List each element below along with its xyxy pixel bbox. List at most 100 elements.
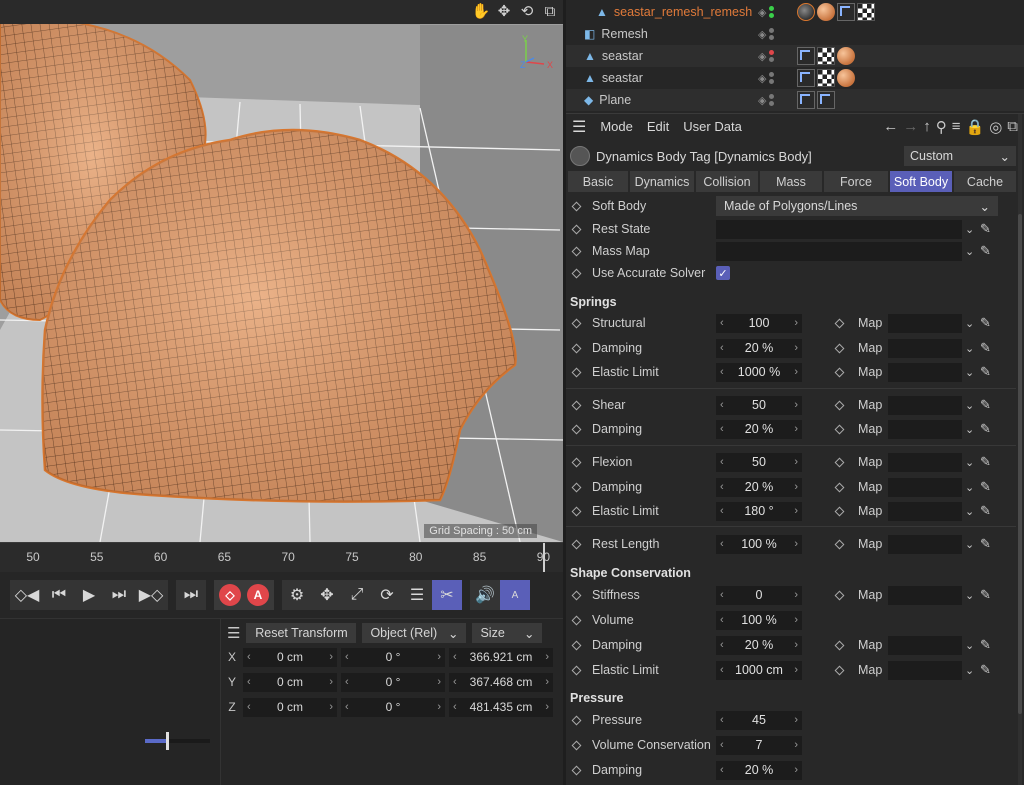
rotation-field[interactable]: ‹ 0 ° ›: [341, 672, 445, 692]
increment-icon[interactable]: ›: [437, 701, 441, 713]
chevron-down-icon[interactable]: ⌄: [965, 423, 974, 436]
search-icon[interactable]: ⚲: [936, 118, 947, 136]
increment-icon[interactable]: ›: [329, 701, 333, 713]
move-icon[interactable]: ✥: [495, 2, 513, 20]
map-link-field[interactable]: [888, 452, 962, 472]
coordinate-mode-dropdown[interactable]: Object (Rel) ⌄: [362, 623, 467, 643]
increment-icon[interactable]: ›: [545, 701, 549, 713]
size-field[interactable]: ‹ 366.921 cm ›: [449, 647, 553, 667]
keyframe-diamond-icon[interactable]: [571, 400, 582, 410]
increment-icon[interactable]: ›: [794, 538, 798, 550]
target-icon[interactable]: ◎: [989, 118, 1002, 136]
increment-icon[interactable]: ›: [794, 481, 798, 493]
keyframe-diamond-icon[interactable]: [571, 246, 582, 256]
map-link-field[interactable]: [888, 419, 962, 439]
keyframe-diamond-icon[interactable]: [834, 506, 845, 516]
maximize-icon[interactable]: ⧉: [541, 2, 559, 20]
map-link-field[interactable]: [888, 635, 962, 655]
keyframe-diamond-icon[interactable]: [571, 482, 582, 492]
increment-icon[interactable]: ›: [794, 423, 798, 435]
accurate-solver-checkbox[interactable]: ✓: [716, 266, 730, 280]
chevron-down-icon[interactable]: ⌄: [965, 538, 974, 551]
visibility-dots[interactable]: ◈: [758, 94, 775, 107]
decrement-icon[interactable]: ‹: [345, 701, 349, 713]
keyframe-diamond-icon[interactable]: [571, 640, 582, 650]
increment-icon[interactable]: ›: [329, 676, 333, 688]
visibility-dots[interactable]: ◈: [758, 50, 775, 63]
decrement-icon[interactable]: ‹: [720, 664, 724, 676]
chevron-down-icon[interactable]: ⌄: [965, 342, 974, 355]
keyframe-diamond-icon[interactable]: [571, 506, 582, 516]
key-position-icon[interactable]: ✥: [312, 580, 342, 610]
up-arrow-icon[interactable]: ↑: [923, 118, 931, 136]
increment-icon[interactable]: ›: [794, 366, 798, 378]
uvw-tag-icon[interactable]: [797, 47, 815, 65]
keyframe-diamond-icon[interactable]: [834, 590, 845, 600]
value-field[interactable]: ‹ 100 % ›: [716, 610, 802, 630]
visibility-dot[interactable]: [769, 13, 775, 18]
keyframe-diamond-icon[interactable]: [571, 539, 582, 549]
decrement-icon[interactable]: ‹: [247, 701, 251, 713]
keyframe-settings-icon[interactable]: ⚙: [282, 580, 312, 610]
tab-collision[interactable]: Collision: [696, 171, 758, 192]
increment-icon[interactable]: ›: [794, 739, 798, 751]
increment-icon[interactable]: ›: [794, 764, 798, 776]
increment-icon[interactable]: ›: [437, 676, 441, 688]
decrement-icon[interactable]: ‹: [720, 739, 724, 751]
visibility-dot[interactable]: [769, 6, 775, 11]
soft-body-dropdown[interactable]: Made of Polygons/Lines ⌄: [716, 196, 998, 216]
go-to-next-key-button[interactable]: ▶◇: [134, 580, 168, 610]
map-link-field[interactable]: [888, 585, 962, 605]
keyframe-diamond-icon[interactable]: [571, 224, 582, 234]
decrement-icon[interactable]: ‹: [720, 423, 724, 435]
visibility-dot[interactable]: [769, 50, 775, 55]
visibility-dots[interactable]: ◈: [758, 72, 775, 85]
texture-tag-icon[interactable]: [817, 47, 835, 65]
map-link-field[interactable]: [888, 534, 962, 554]
texture-tag-icon[interactable]: [857, 3, 875, 21]
keyframe-diamond-icon[interactable]: [834, 482, 845, 492]
visibility-dots[interactable]: ◈: [758, 6, 775, 19]
tab-dynamics[interactable]: Dynamics: [630, 171, 694, 192]
dynamics-tag-icon[interactable]: [797, 3, 815, 21]
increment-icon[interactable]: ›: [794, 399, 798, 411]
keyframe-diamond-icon[interactable]: [571, 665, 582, 675]
value-field[interactable]: ‹ 50 ›: [716, 395, 802, 415]
rotation-field[interactable]: ‹ 0 ° ›: [341, 697, 445, 717]
increment-icon[interactable]: ›: [794, 714, 798, 726]
eyedropper-icon[interactable]: ✎: [980, 637, 991, 653]
value-field[interactable]: ‹ 1000 cm ›: [716, 660, 802, 680]
go-to-previous-key-button[interactable]: ◇◀: [10, 580, 44, 610]
increment-icon[interactable]: ›: [794, 589, 798, 601]
link-field[interactable]: [716, 219, 962, 239]
link-field[interactable]: [716, 241, 962, 261]
visibility-dots[interactable]: ◈: [758, 28, 775, 41]
visibility-dot[interactable]: [769, 101, 775, 106]
menu-edit[interactable]: Edit: [647, 119, 669, 134]
material-tag-icon[interactable]: [817, 3, 835, 21]
tab-force[interactable]: Force: [824, 171, 888, 192]
map-link-field[interactable]: [888, 477, 962, 497]
keyframe-diamond-icon[interactable]: [834, 400, 845, 410]
chevron-down-icon[interactable]: ⌄: [965, 317, 974, 330]
keyframe-diamond-icon[interactable]: [571, 201, 582, 211]
size-mode-dropdown[interactable]: Size ⌄: [472, 623, 543, 643]
chevron-down-icon[interactable]: ⌄: [965, 505, 974, 518]
key-scale-icon[interactable]: ⤢: [342, 580, 372, 610]
value-field[interactable]: ‹ 100 % ›: [716, 534, 802, 554]
keyframe-diamond-icon[interactable]: [571, 740, 582, 750]
hamburger-icon[interactable]: ☰: [572, 117, 586, 137]
eyedropper-icon[interactable]: ✎: [980, 536, 991, 552]
increment-icon[interactable]: ›: [794, 317, 798, 329]
decrement-icon[interactable]: ‹: [453, 701, 457, 713]
map-link-field[interactable]: [888, 501, 962, 521]
tab-mass[interactable]: Mass: [760, 171, 822, 192]
chevron-down-icon[interactable]: ⌄: [965, 245, 974, 258]
decrement-icon[interactable]: ‹: [720, 317, 724, 329]
visibility-dot[interactable]: [769, 94, 775, 99]
slider-knob[interactable]: [166, 732, 170, 750]
3d-viewport[interactable]: ✋ ✥ ⟲ ⧉ Y X Z Grid Spacing : 50 cm: [0, 0, 563, 542]
chevron-down-icon[interactable]: ⌄: [965, 399, 974, 412]
decrement-icon[interactable]: ‹: [720, 399, 724, 411]
menu-mode[interactable]: Mode: [600, 119, 633, 134]
